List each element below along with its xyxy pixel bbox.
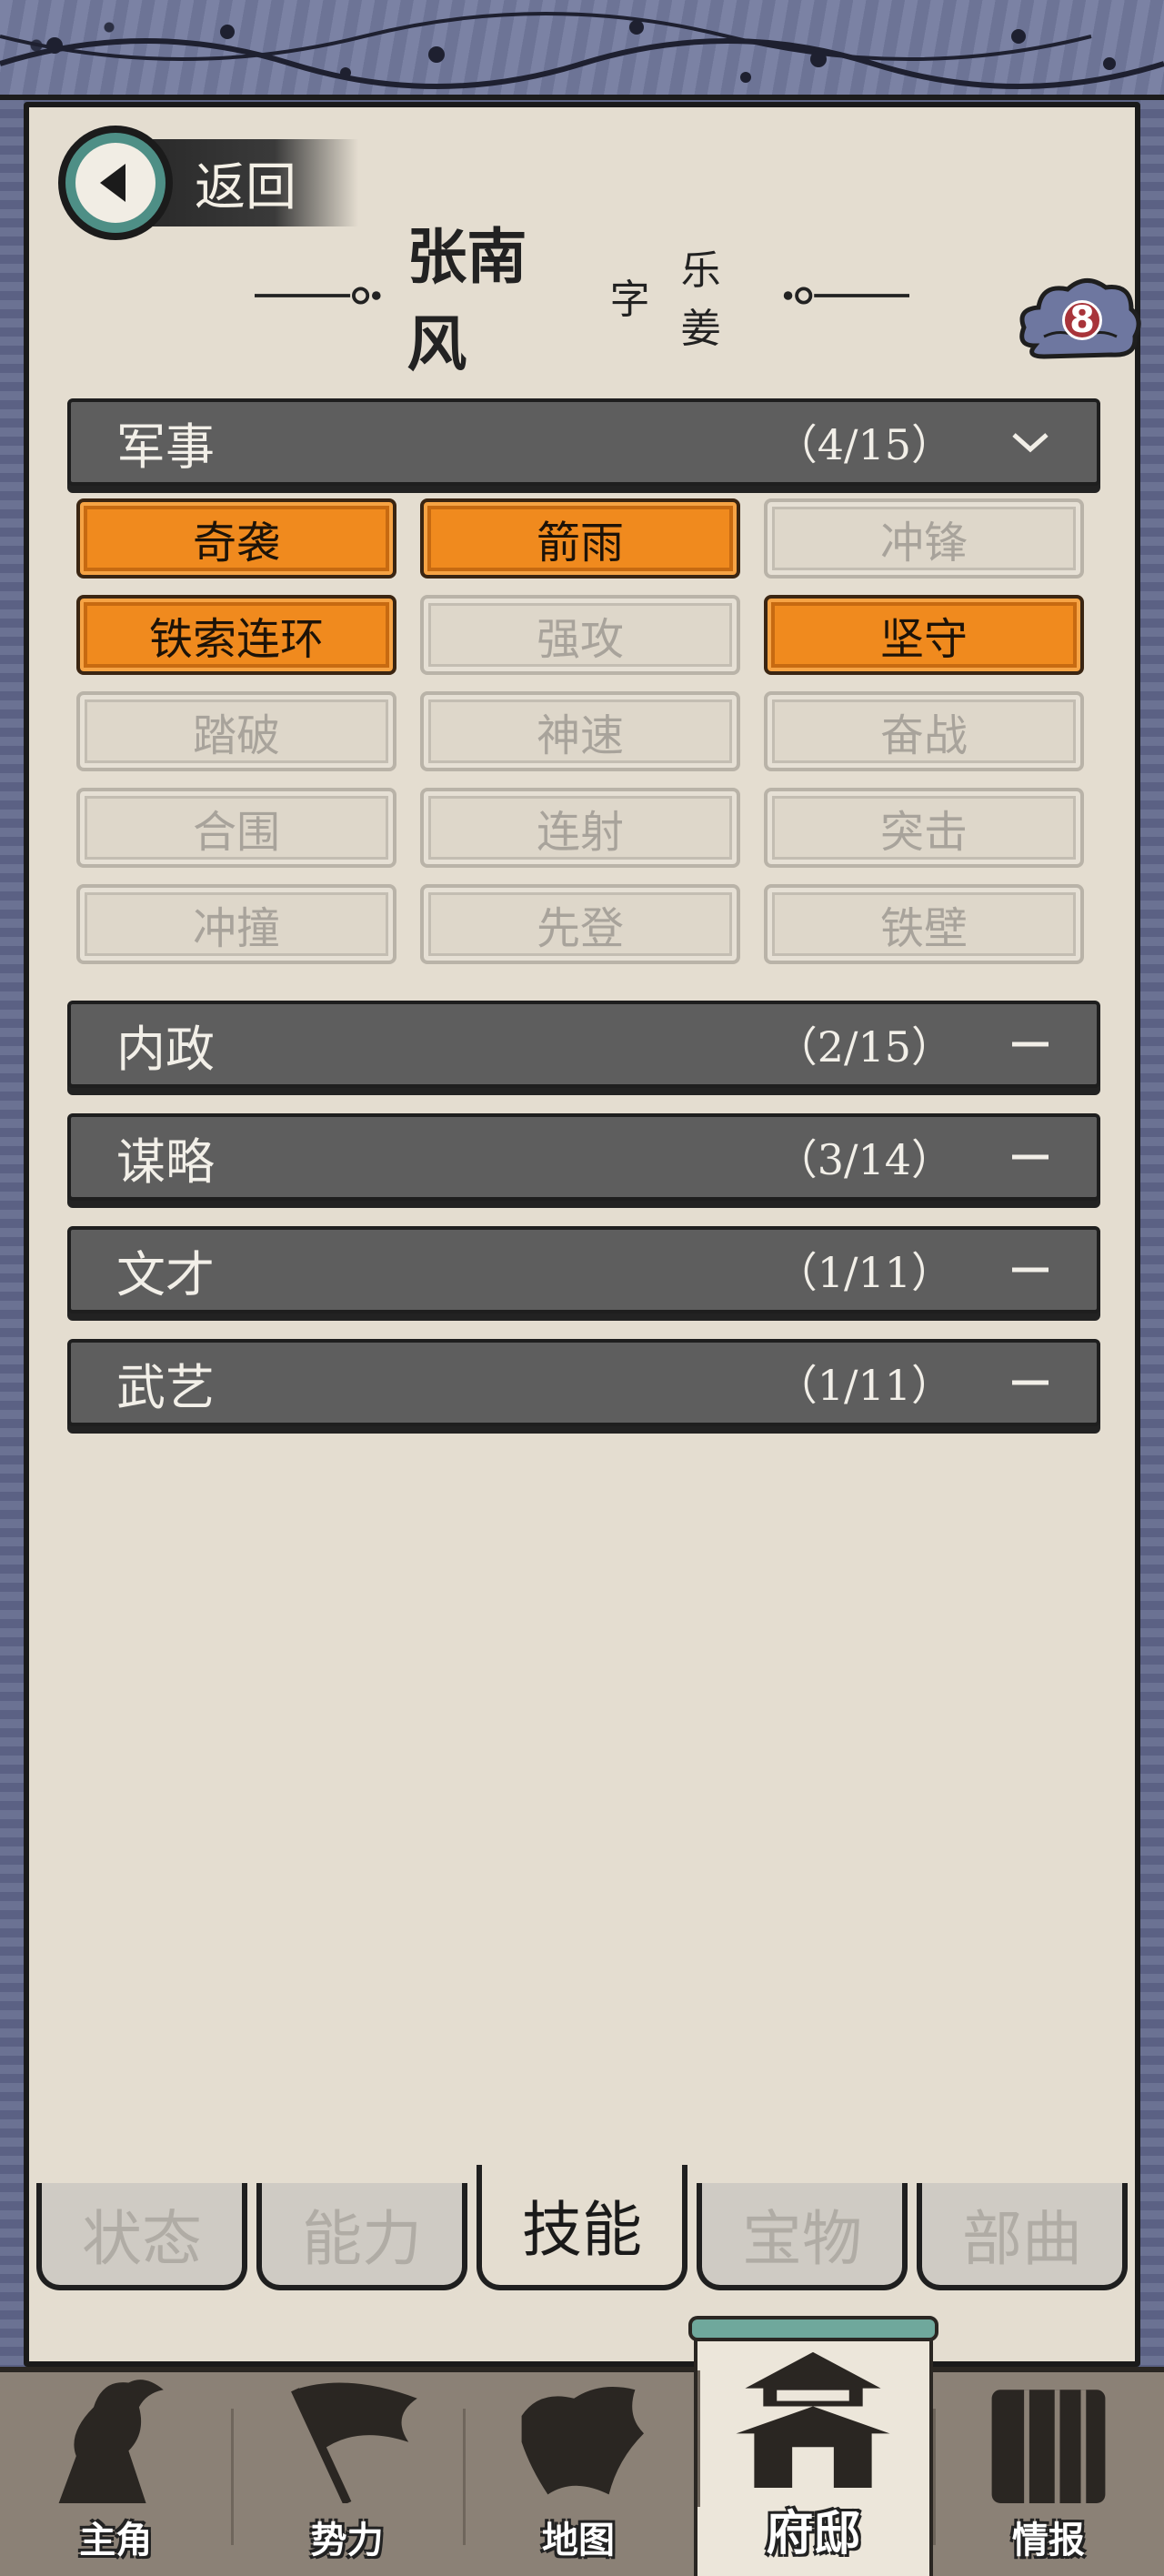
section-literary-header[interactable]: 文才 （1/11） — [67, 1226, 1100, 1313]
section-count: （4/15） — [775, 420, 953, 469]
nav-faction[interactable]: 势力 — [231, 2372, 462, 2576]
skill-button[interactable]: 箭雨 — [420, 498, 740, 579]
skill-button[interactable]: 奋战 — [764, 691, 1084, 771]
mansion-icon — [736, 2351, 890, 2488]
flag-icon — [290, 2382, 417, 2503]
skill-button[interactable]: 铁壁 — [764, 884, 1084, 964]
skill-button[interactable]: 先登 — [420, 884, 740, 964]
title-ornament-right-icon — [783, 287, 909, 305]
right-border — [1140, 100, 1164, 2374]
skill-button[interactable]: 神速 — [420, 691, 740, 771]
collapsed-dash-icon — [1008, 1265, 1053, 1274]
military-skill-grid: 奇袭 箭雨 冲锋 铁索连环 强攻 坚守 踏破 神速 奋战 合围 连射 突击 冲撞… — [76, 498, 1091, 964]
nav-label: 势力 — [310, 2520, 384, 2561]
back-arrow-icon — [100, 164, 125, 202]
nav-label: 主角 — [79, 2520, 153, 2561]
tab-treasure[interactable]: 宝物 — [697, 2183, 908, 2290]
collapsed-dash-icon — [1008, 1378, 1053, 1387]
skill-button[interactable]: 铁索连环 — [76, 595, 396, 675]
back-arrow-circle[interactable] — [58, 126, 173, 240]
cloud-badge[interactable]: 8 — [1017, 273, 1144, 373]
section-strategy-header[interactable]: 谋略 （3/14） — [67, 1113, 1100, 1201]
skill-button[interactable]: 连射 — [420, 788, 740, 868]
top-decorative-band — [0, 0, 1164, 100]
tab-skills[interactable]: 技能 — [477, 2165, 687, 2290]
section-military-header[interactable]: 军事 （4/15） — [67, 398, 1100, 486]
skill-button[interactable]: 合围 — [76, 788, 396, 868]
back-label: 返回 — [195, 157, 296, 217]
tab-ability[interactable]: 能力 — [256, 2183, 467, 2290]
nav-label: 地图 — [542, 2520, 616, 2561]
tab-status[interactable]: 状态 — [36, 2183, 247, 2290]
nav-protagonist[interactable]: 主角 — [0, 2372, 231, 2576]
section-count: （3/14） — [775, 1135, 953, 1184]
character-tabs: 状态 能力 技能 宝物 部曲 — [36, 2165, 1128, 2290]
skill-button[interactable]: 踏破 — [76, 691, 396, 771]
section-name: 内政 — [116, 1020, 215, 1078]
map-icon — [521, 2387, 645, 2495]
skill-button[interactable]: 奇袭 — [76, 498, 396, 579]
nav-label: 府邸 — [766, 2507, 861, 2561]
section-name: 谋略 — [116, 1132, 215, 1191]
section-name: 军事 — [116, 418, 215, 476]
bottom-nav: 主角 势力 地图 府邸 情报 — [0, 2316, 1164, 2576]
character-title: 张南风 字 乐姜 — [255, 221, 909, 379]
skill-button[interactable]: 强攻 — [420, 595, 740, 675]
left-border — [0, 100, 24, 2374]
section-count: （2/15） — [775, 1022, 953, 1072]
section-martial-header[interactable]: 武艺 （1/11） — [67, 1339, 1100, 1426]
section-name: 文才 — [116, 1245, 215, 1303]
tab-troops[interactable]: 部曲 — [917, 2183, 1128, 2290]
skill-button[interactable]: 突击 — [764, 788, 1084, 868]
skill-button[interactable]: 冲锋 — [764, 498, 1084, 579]
nav-mansion[interactable]: 府邸 — [688, 2316, 938, 2576]
title-ornament-left-icon — [255, 287, 381, 305]
scroll-roll-decoration — [688, 2316, 938, 2341]
section-count: （1/11） — [775, 1361, 953, 1410]
section-administration-header[interactable]: 内政 （2/15） — [67, 1001, 1100, 1088]
skill-button[interactable]: 坚守 — [764, 595, 1084, 675]
floral-pattern-icon — [0, 12, 1164, 89]
collapsed-dash-icon — [1008, 1040, 1053, 1049]
skill-button[interactable]: 冲撞 — [76, 884, 396, 964]
courtesy-name: 乐姜 — [680, 247, 721, 352]
character-name: 张南风 — [406, 221, 527, 379]
nav-label: 情报 — [1011, 2520, 1085, 2561]
nav-map[interactable]: 地图 — [462, 2372, 694, 2576]
warrior-icon — [58, 2380, 165, 2503]
courtesy-prefix: 字 — [609, 277, 650, 323]
scroll-icon — [991, 2390, 1106, 2503]
badge-count: 8 — [1062, 299, 1102, 341]
section-name: 武艺 — [116, 1358, 215, 1416]
collapsed-dash-icon — [1008, 1152, 1053, 1162]
section-count: （1/11） — [775, 1248, 953, 1297]
back-button[interactable]: 返回 — [58, 126, 376, 240]
chevron-down-icon — [1008, 429, 1053, 455]
nav-intel[interactable]: 情报 — [932, 2372, 1164, 2576]
